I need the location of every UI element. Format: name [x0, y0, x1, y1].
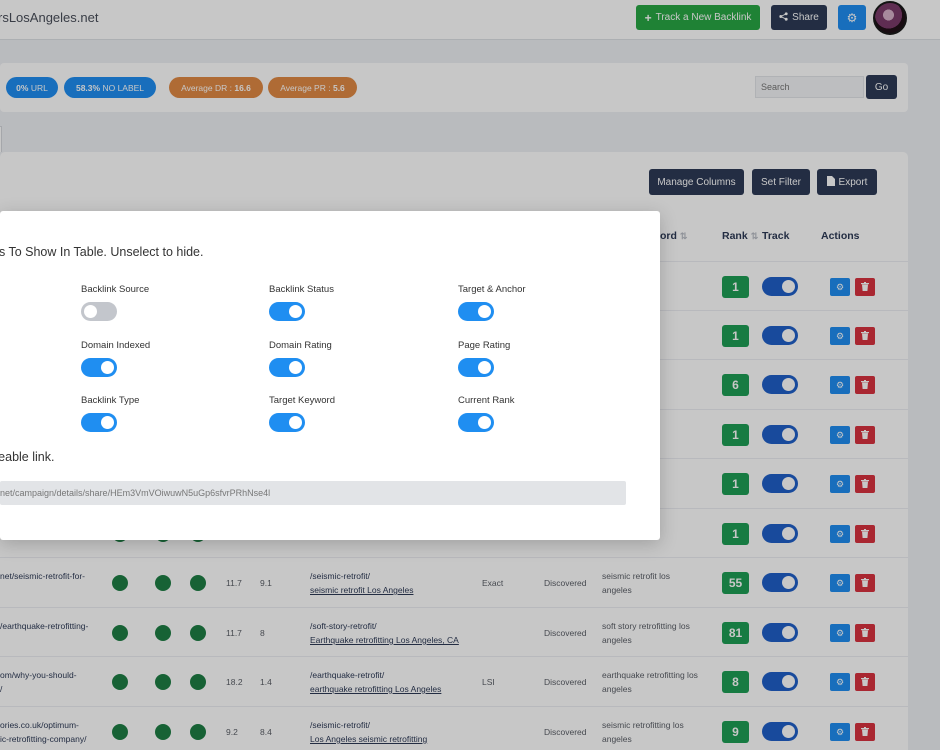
- column-option-label: Page Rating: [458, 340, 511, 351]
- column-option-label: Backlink Type: [81, 395, 140, 406]
- column-visibility-toggle[interactable]: [458, 302, 494, 321]
- column-option-label: Domain Rating: [269, 340, 332, 351]
- column-visibility-toggle[interactable]: [81, 302, 117, 321]
- page: rsLosAngeles.net + Track a New Backlink …: [0, 0, 940, 750]
- column-option-label: Current Rank: [458, 395, 515, 406]
- column-visibility-toggle[interactable]: [269, 413, 305, 432]
- column-visibility-toggle[interactable]: [81, 358, 117, 377]
- column-option-label: Domain Indexed: [81, 340, 151, 351]
- column-option-label: Backlink Source: [81, 284, 150, 295]
- column-option-label: Backlink Status: [269, 284, 334, 295]
- column-visibility-toggle[interactable]: [458, 413, 494, 432]
- share-link-heading: reable link.: [0, 450, 55, 464]
- manage-columns-modal: ns To Show In Table. Unselect to hide. B…: [0, 211, 660, 540]
- share-link-field[interactable]: net/campaign/details/share/HEm3VmVOiwuwN…: [0, 481, 626, 505]
- column-visibility-toggle[interactable]: [458, 358, 494, 377]
- column-visibility-toggle[interactable]: [269, 358, 305, 377]
- column-visibility-toggle[interactable]: [269, 302, 305, 321]
- column-option-label: Target & Anchor: [458, 284, 526, 295]
- column-option-label: Target Keyword: [269, 395, 336, 406]
- modal-heading: ns To Show In Table. Unselect to hide.: [0, 245, 204, 259]
- column-visibility-toggle[interactable]: [81, 413, 117, 432]
